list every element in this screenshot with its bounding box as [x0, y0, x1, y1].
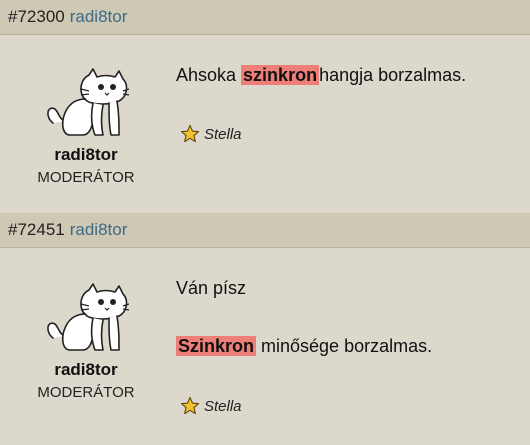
- search-highlight: Szinkron: [176, 336, 257, 356]
- post-content: Ahsoka szinkron hangja borzalmas.: [176, 65, 466, 86]
- content-line: Szinkron minősége borzalmas.: [176, 336, 432, 357]
- reaction-user[interactable]: Stella: [204, 126, 242, 143]
- post-header: #72300 radi8tor: [0, 0, 530, 35]
- post-header: #72451 radi8tor: [0, 213, 530, 248]
- post-body: radi8tor MODERÁTOR Ván písz Szinkron min…: [0, 248, 530, 444]
- reaction-user[interactable]: Stella: [204, 398, 242, 415]
- post-72451: #72451 radi8tor radi8tor MODERÁTOR Ván p…: [0, 213, 530, 444]
- text-segment: minősége borzalmas.: [256, 336, 433, 356]
- post-body: radi8tor MODERÁTOR Ahsoka szinkron hangja…: [0, 35, 530, 213]
- username[interactable]: radi8tor: [28, 360, 144, 380]
- post-author-link[interactable]: radi8tor: [70, 220, 128, 240]
- user-role: MODERÁTOR: [37, 169, 135, 186]
- post-id[interactable]: #72451: [8, 220, 65, 240]
- post-author-link[interactable]: radi8tor: [70, 7, 128, 27]
- user-role: MODERÁTOR: [37, 384, 135, 401]
- post-id[interactable]: #72300: [8, 7, 65, 27]
- cat-avatar-icon[interactable]: [43, 282, 129, 354]
- text-segment: Ahsoka: [176, 65, 242, 85]
- content-line: Ván písz: [176, 278, 247, 298]
- cat-avatar-icon[interactable]: [43, 67, 129, 139]
- username[interactable]: radi8tor: [28, 145, 144, 165]
- search-highlight: szinkron: [241, 65, 320, 85]
- user-info: radi8tor MODERÁTOR: [28, 282, 144, 403]
- content-line: Ahsoka szinkron hangja borzalmas.: [176, 65, 466, 86]
- reaction-item[interactable]: Stella: [180, 396, 242, 416]
- text-segment: hangja borzalmas.: [319, 65, 467, 85]
- reaction-item[interactable]: Stella: [180, 124, 242, 144]
- star-icon: [180, 124, 200, 143]
- user-info: radi8tor MODERÁTOR: [28, 67, 144, 188]
- post-content: Ván písz Szinkron minősége borzalmas.: [176, 278, 432, 357]
- post-72300: #72300 radi8tor radi8tor MODERÁTOR Ahsok…: [0, 0, 530, 213]
- star-icon: [180, 396, 200, 415]
